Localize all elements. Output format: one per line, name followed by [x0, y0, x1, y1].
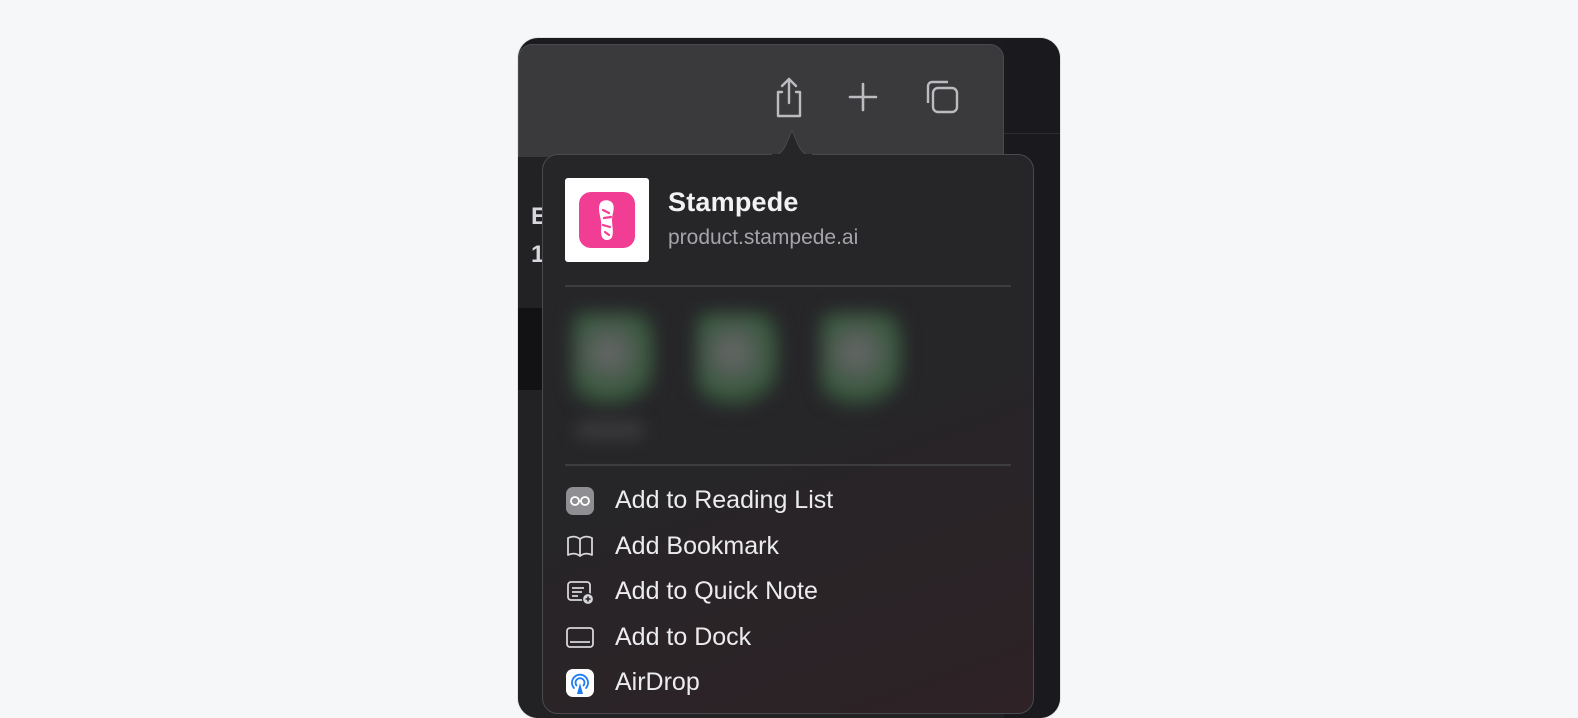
new-tab-button[interactable]: [841, 75, 885, 119]
airdrop-contacts: [565, 293, 1013, 455]
share-sheet: Stampede product.stampede.ai Add to Read…: [542, 154, 1034, 714]
share-actions-list: Add to Reading List Add Bookmark Add to …: [565, 478, 1013, 706]
divider: [565, 285, 1011, 287]
share-icon: [776, 77, 802, 118]
share-url: product.stampede.ai: [668, 226, 859, 249]
menu-item-add-to-quick-note[interactable]: Add to Quick Note: [565, 569, 1013, 615]
airdrop-icon: [565, 668, 595, 698]
contact-avatar[interactable]: [813, 293, 909, 455]
reading-glasses-icon: [565, 486, 595, 516]
menu-item-label: AirDrop: [615, 668, 700, 697]
menu-item-airdrop[interactable]: AirDrop: [565, 660, 1013, 706]
contact-avatar[interactable]: [565, 293, 661, 455]
menu-item-label: Add to Dock: [615, 622, 752, 651]
share-button[interactable]: [767, 75, 811, 119]
menu-item-add-to-reading-list[interactable]: Add to Reading List: [565, 478, 1013, 524]
menu-item-add-to-dock[interactable]: Add to Dock: [565, 615, 1013, 661]
foot-logo-icon: [598, 200, 614, 240]
quick-note-icon: [565, 577, 595, 607]
contact-avatar[interactable]: [689, 293, 785, 455]
tab-overview-button[interactable]: [919, 75, 963, 119]
popover-arrow: [772, 128, 812, 156]
menu-item-label: Add to Reading List: [615, 486, 834, 515]
app-icon-frame: [565, 178, 649, 262]
browser-toolbar: [518, 44, 1004, 157]
book-icon: [565, 531, 595, 561]
new-tab-icon: [848, 82, 878, 112]
dock-icon: [565, 622, 595, 652]
stampede-app-icon: [579, 192, 635, 248]
share-title: Stampede: [668, 187, 799, 217]
divider: [565, 464, 1011, 466]
menu-item-add-bookmark[interactable]: Add Bookmark: [565, 524, 1013, 570]
tab-overview-icon: [926, 80, 959, 114]
menu-item-label: Add to Quick Note: [615, 577, 818, 606]
menu-item-label: Add Bookmark: [615, 531, 779, 560]
